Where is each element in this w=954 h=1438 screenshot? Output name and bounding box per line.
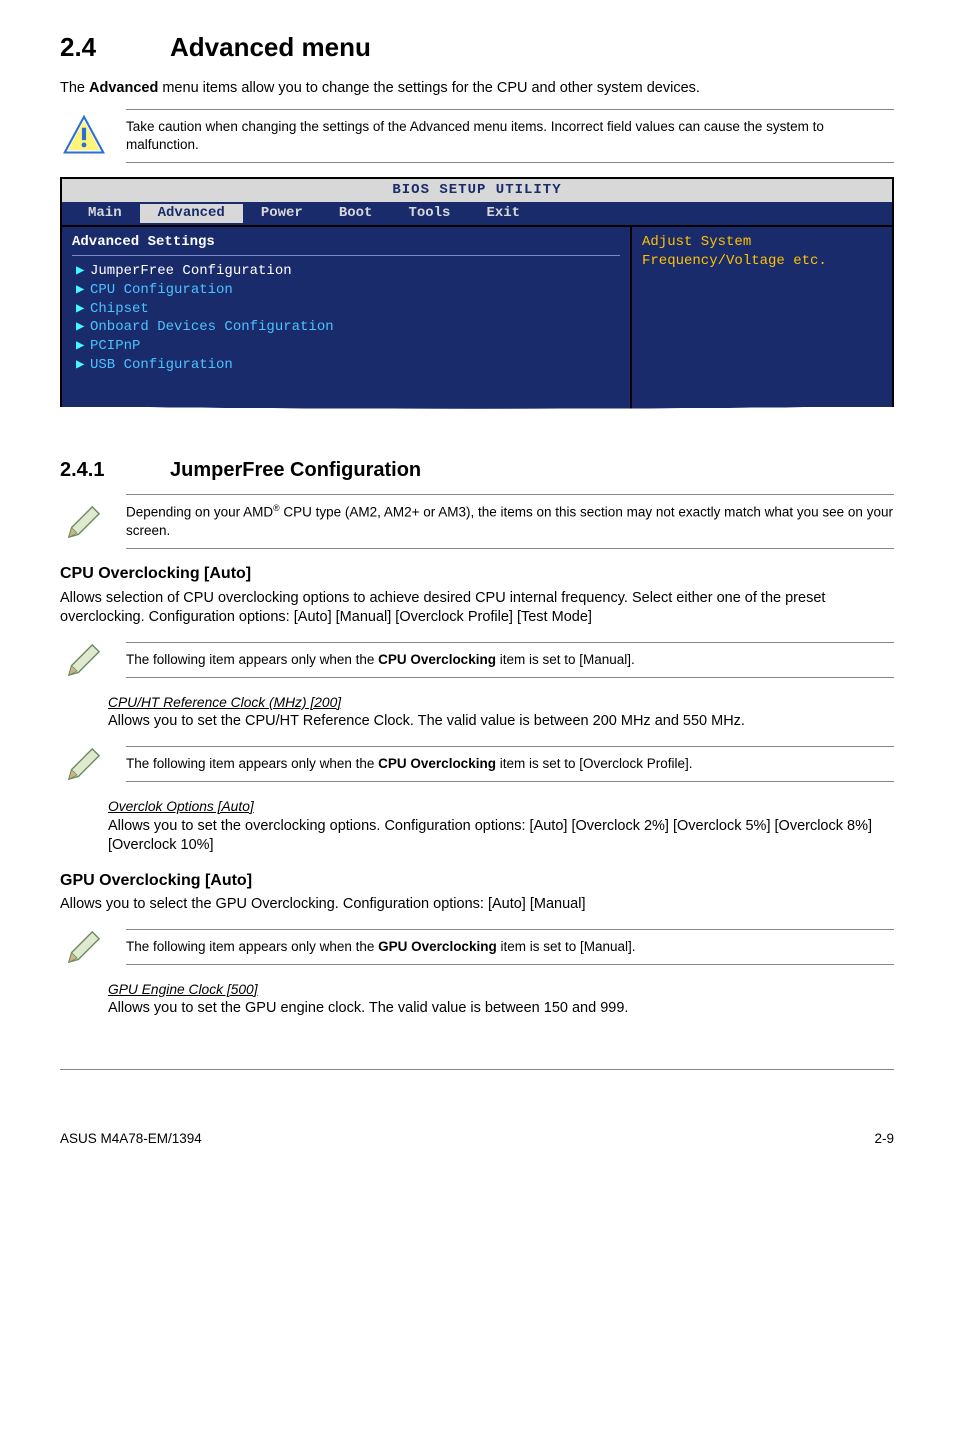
bios-item-cpu-config[interactable]: ▶CPU Configuration	[72, 281, 620, 300]
footer-rule	[60, 1069, 894, 1070]
footer-left: ASUS M4A78-EM/1394	[60, 1130, 202, 1148]
bios-item-chipset[interactable]: ▶Chipset	[72, 300, 620, 319]
pencil-icon	[60, 742, 108, 786]
page-footer: ASUS M4A78-EM/1394 2-9	[60, 1130, 894, 1148]
pencil-note-amd: Depending on your AMD® CPU type (AM2, AM…	[60, 494, 894, 549]
bios-title: BIOS SETUP UTILITY	[62, 179, 892, 202]
section-heading: 2.4Advanced menu	[60, 30, 894, 65]
bios-section-label: Advanced Settings	[72, 233, 620, 252]
cpu-ht-heading: CPU/HT Reference Clock (MHz) [200]	[108, 694, 894, 713]
chevron-right-icon: ▶	[76, 337, 90, 356]
bios-item-jumperfree[interactable]: ▶JumperFree Configuration	[72, 262, 620, 281]
intro-paragraph: The Advanced menu items allow you to cha…	[60, 79, 894, 99]
subsection-title: JumperFree Configuration	[170, 459, 421, 481]
bios-tab-advanced[interactable]: Advanced	[140, 204, 243, 223]
cpu-overclocking-body: Allows selection of CPU overclocking opt…	[60, 589, 894, 628]
overclock-options-block: Overclok Options [Auto] Allows you to se…	[108, 798, 894, 856]
chevron-right-icon: ▶	[76, 300, 90, 319]
gpu-engine-block: GPU Engine Clock [500] Allows you to set…	[108, 981, 894, 1019]
chevron-right-icon: ▶	[76, 281, 90, 300]
pencil-note-gpu: The following item appears only when the…	[60, 925, 894, 969]
bios-page-curl	[60, 407, 894, 435]
bios-tab-main[interactable]: Main	[70, 204, 140, 223]
section-title: Advanced menu	[170, 32, 371, 62]
caution-icon	[60, 114, 108, 158]
cpu-ht-body: Allows you to set the CPU/HT Reference C…	[108, 712, 894, 732]
footer-right: 2-9	[874, 1130, 894, 1148]
bios-tab-bar: Main Advanced Power Boot Tools Exit	[62, 202, 892, 227]
pencil-icon	[60, 925, 108, 969]
bios-tab-tools[interactable]: Tools	[390, 204, 468, 223]
overclock-options-body: Allows you to set the overclocking optio…	[108, 817, 894, 856]
bios-item-onboard[interactable]: ▶Onboard Devices Configuration	[72, 318, 620, 337]
subsection-number: 2.4.1	[60, 457, 170, 484]
gpu-note-text: The following item appears only when the…	[126, 929, 894, 965]
pencil-note-profile: The following item appears only when the…	[60, 742, 894, 786]
caution-text: Take caution when changing the settings …	[126, 109, 894, 163]
pencil-note-manual: The following item appears only when the…	[60, 638, 894, 682]
chevron-right-icon: ▶	[76, 318, 90, 337]
bios-tab-power[interactable]: Power	[243, 204, 321, 223]
bios-screenshot: BIOS SETUP UTILITY Main Advanced Power B…	[60, 177, 894, 435]
pencil-icon	[60, 500, 108, 544]
caution-note: Take caution when changing the settings …	[60, 109, 894, 163]
pencil-icon	[60, 638, 108, 682]
bios-divider	[72, 255, 620, 256]
bios-item-usb[interactable]: ▶USB Configuration	[72, 356, 620, 375]
profile-note-text: The following item appears only when the…	[126, 746, 894, 782]
section-number: 2.4	[60, 30, 170, 65]
manual-note-text: The following item appears only when the…	[126, 642, 894, 678]
chevron-right-icon: ▶	[76, 356, 90, 375]
cpu-overclocking-heading: CPU Overclocking [Auto]	[60, 563, 894, 585]
overclock-options-heading: Overclok Options [Auto]	[108, 798, 894, 817]
subsection-heading: 2.4.1JumperFree Configuration	[60, 457, 894, 484]
bios-tab-boot[interactable]: Boot	[321, 204, 391, 223]
gpu-overclocking-heading: GPU Overclocking [Auto]	[60, 870, 894, 892]
bios-left-pane: Advanced Settings ▶JumperFree Configurat…	[62, 227, 632, 415]
cpu-ht-block: CPU/HT Reference Clock (MHz) [200] Allow…	[108, 694, 894, 732]
gpu-engine-heading: GPU Engine Clock [500]	[108, 981, 894, 1000]
bios-tab-exit[interactable]: Exit	[468, 204, 538, 223]
bios-item-pcipnp[interactable]: ▶PCIPnP	[72, 337, 620, 356]
amd-note-text: Depending on your AMD® CPU type (AM2, AM…	[126, 494, 894, 549]
bios-help-pane: Adjust System Frequency/Voltage etc.	[632, 227, 892, 415]
gpu-engine-body: Allows you to set the GPU engine clock. …	[108, 999, 894, 1019]
gpu-overclocking-body: Allows you to select the GPU Overclockin…	[60, 895, 894, 915]
chevron-right-icon: ▶	[76, 262, 90, 281]
